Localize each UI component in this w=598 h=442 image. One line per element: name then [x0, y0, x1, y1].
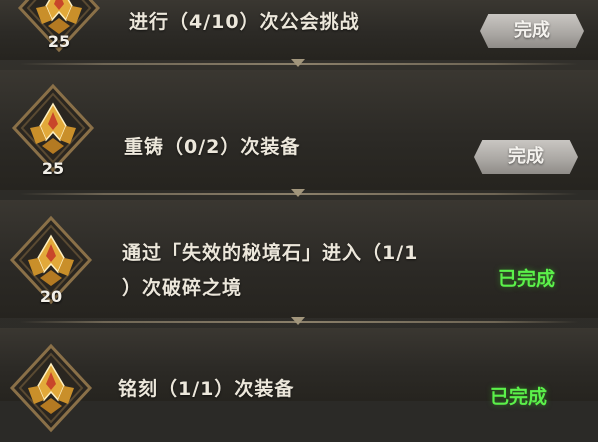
reward-amount: 25: [41, 159, 65, 178]
reward-amount: 20: [39, 287, 63, 306]
complete-button[interactable]: 完成: [480, 14, 584, 48]
gold-crest-icon: [9, 343, 93, 433]
row-divider: [0, 188, 598, 200]
task-row-1: 25 进行（4/10）次公会挑战 完成: [0, 0, 598, 60]
gold-crest-icon: [17, 0, 101, 53]
task-row-4: 铭刻（1/1）次装备 已完成: [0, 328, 598, 433]
task-row-2: 25 重铸（0/2）次装备 完成: [0, 70, 598, 190]
reward-amount: 25: [47, 32, 71, 51]
task-description: 进行（4/10）次公会挑战: [129, 11, 360, 33]
completed-status: 已完成: [498, 268, 556, 290]
divider-notch-icon: [291, 189, 305, 197]
row-divider: [0, 316, 598, 328]
row-divider: [0, 58, 598, 70]
reward-badge-1: 25: [14, 0, 104, 62]
task-panel: 25 进行（4/10）次公会挑战 完成 25 重铸（0/2）次装备 完成 20 …: [0, 0, 598, 433]
task-row-3: 20 通过「失效的秘境石」进入（1/1 ）次破碎之境 已完成: [0, 200, 598, 318]
task-description: 重铸（0/2）次装备: [124, 136, 301, 158]
divider-notch-icon: [291, 59, 305, 67]
reward-badge-2: 25: [8, 82, 98, 182]
divider-notch-icon: [291, 317, 305, 325]
reward-badge-3: 20: [6, 214, 96, 314]
completed-status: 已完成: [490, 386, 548, 408]
task-description-line-1: 通过「失效的秘境石」进入（1/1: [122, 242, 419, 264]
reward-badge-4: [6, 342, 96, 442]
complete-button[interactable]: 完成: [474, 140, 578, 174]
task-description-line-2: ）次破碎之境: [122, 277, 243, 299]
